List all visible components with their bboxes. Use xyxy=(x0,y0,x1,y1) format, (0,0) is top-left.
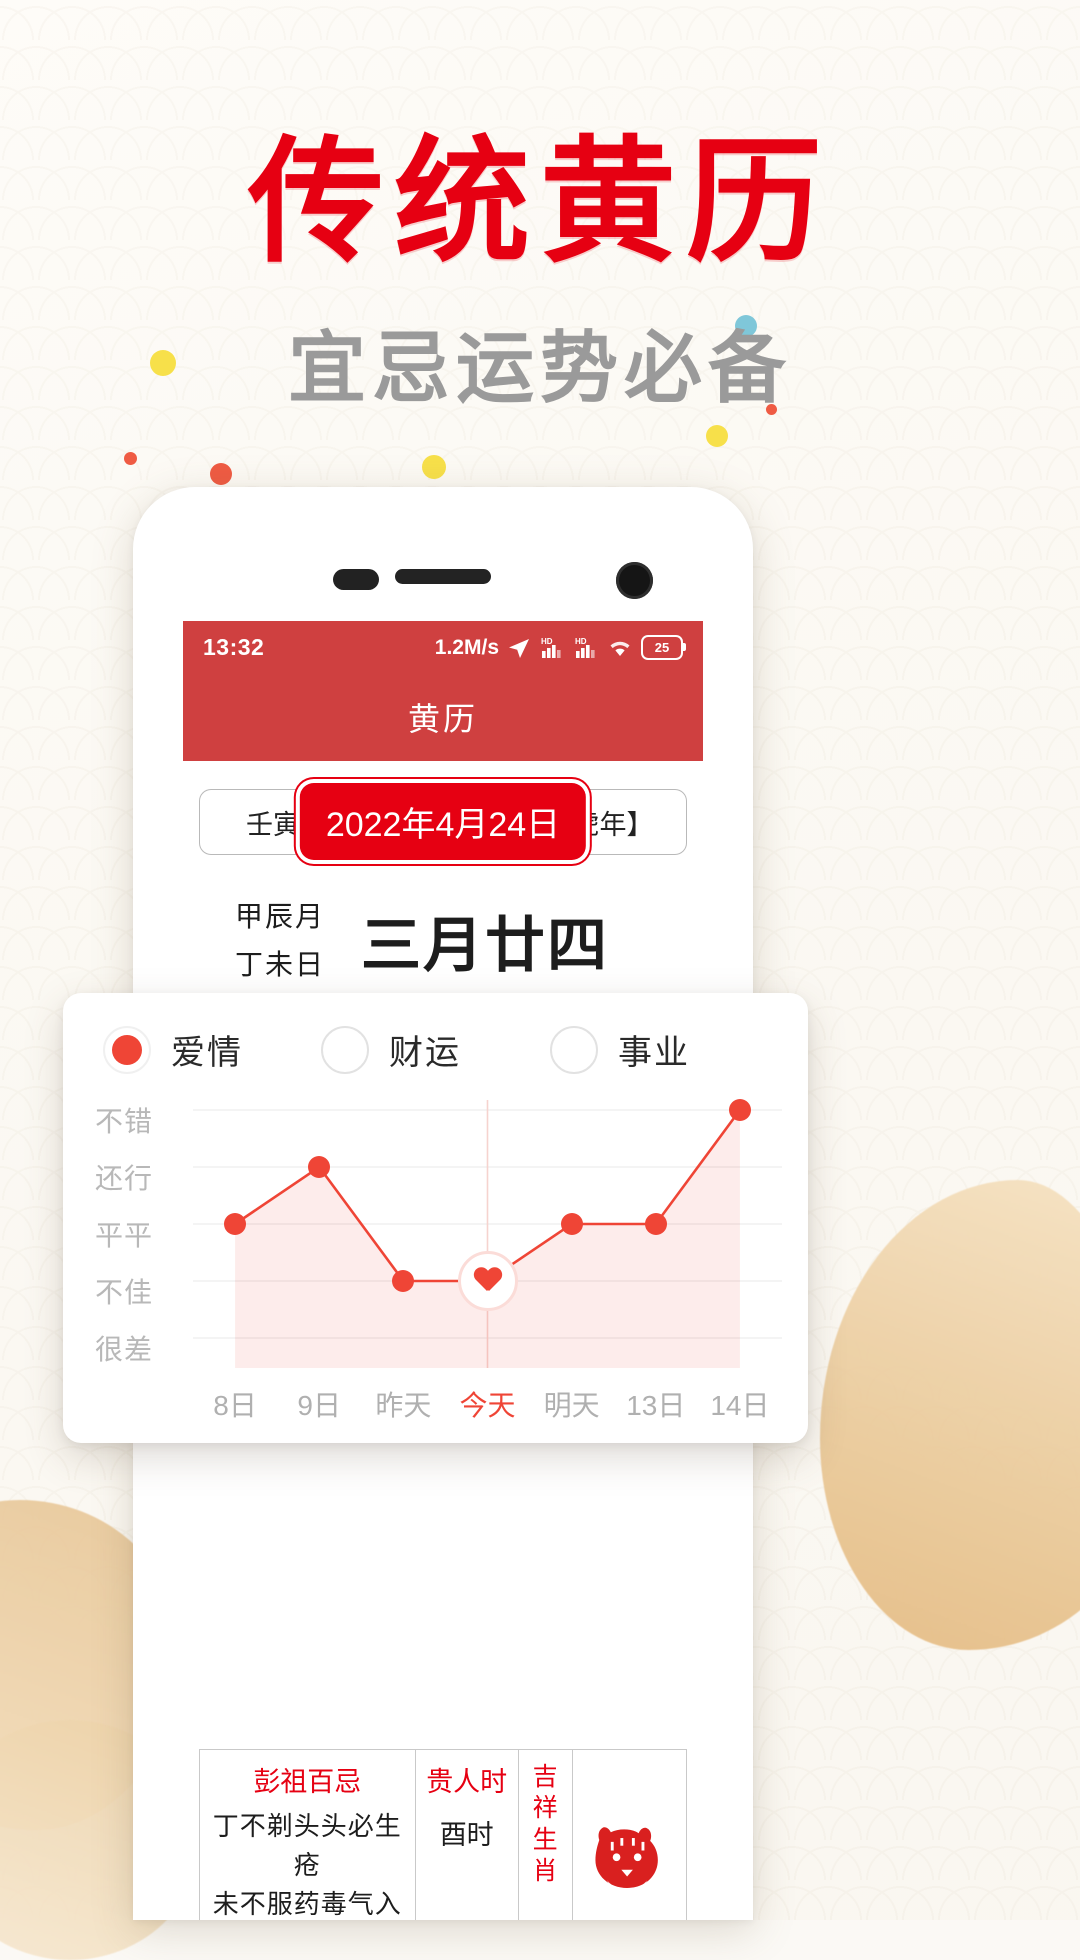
noble-hour-title: 贵人时 xyxy=(426,1767,508,1797)
fortune-option-love-label: 爱情 xyxy=(171,1034,243,1072)
radio-unselected-icon[interactable] xyxy=(321,1025,370,1074)
fortune-option-career-label: 事业 xyxy=(617,1034,690,1072)
chart-y-label-4: 很差 xyxy=(95,1334,154,1365)
confetti-dot xyxy=(422,455,446,479)
current-date-button[interactable]: 2022年4月24日 xyxy=(299,783,587,860)
chart-x-label-1[interactable]: 9日 xyxy=(277,1384,361,1424)
confetti-dot xyxy=(124,452,137,465)
ganzhi-column: 甲辰月 丁未日 xyxy=(235,893,325,988)
chart-y-label-1: 还行 xyxy=(95,1163,154,1194)
fortune-line-chart: 不错还行平平不佳很差 8日 9日 昨天 今天 明天 13日 14日 xyxy=(63,1092,808,1432)
radio-selected-icon[interactable] xyxy=(103,1025,151,1074)
fortune-option-wealth[interactable]: 财运 xyxy=(321,1025,550,1074)
chart-x-label-3[interactable]: 今天 xyxy=(445,1384,529,1424)
chart-data-point-0[interactable] xyxy=(224,1213,247,1235)
heart-icon xyxy=(474,1268,502,1294)
svg-text:HD: HD xyxy=(541,637,553,646)
chart-data-point-1[interactable] xyxy=(308,1156,331,1178)
ganzhi-day: 丁未日 xyxy=(235,948,326,980)
app-bar: 黄历 xyxy=(183,673,703,761)
chart-x-label-4[interactable]: 明天 xyxy=(530,1384,614,1424)
status-clock: 13:32 xyxy=(203,633,265,660)
phone-earpiece xyxy=(395,569,491,584)
chart-y-label-3: 不佳 xyxy=(95,1277,154,1308)
date-selector-row: 壬寅年 【虎年】 2022年4月24日 xyxy=(199,783,687,860)
chart-data-point-2[interactable] xyxy=(392,1270,415,1292)
pengzu-title: 彭祖百忌 xyxy=(253,1767,362,1797)
app-bar-title: 黄历 xyxy=(407,701,478,737)
chart-today-heart-marker[interactable] xyxy=(457,1251,518,1311)
chart-svg xyxy=(193,1092,782,1368)
lunar-date-block: 甲辰月 丁未日 三月廿四 xyxy=(183,893,703,988)
page-subtitle: 宜忌运势必备 xyxy=(287,324,792,414)
confetti-dot xyxy=(706,425,728,447)
chart-data-point-4[interactable] xyxy=(560,1213,583,1235)
chart-x-axis-labels: 8日 9日 昨天 今天 明天 13日 14日 xyxy=(193,1384,782,1424)
hd-signal-icon: HD xyxy=(541,637,561,658)
chart-x-label-2[interactable]: 昨天 xyxy=(361,1384,445,1424)
fortune-option-wealth-label: 财运 xyxy=(389,1034,462,1072)
chart-y-label-2: 平平 xyxy=(95,1220,154,1251)
pengzu-line-1: 丁不剃头头必生疮 xyxy=(212,1811,402,1880)
noble-hour-cell: 贵人时 酉时 xyxy=(416,1750,519,1920)
phone-front-camera xyxy=(616,562,653,599)
tiger-icon xyxy=(573,1750,686,1920)
chart-y-axis-labels: 不错还行平平不佳很差 xyxy=(95,1100,185,1368)
wifi-icon xyxy=(610,641,630,656)
chart-y-label-0: 不错 xyxy=(95,1106,154,1137)
ganzhi-month: 甲辰月 xyxy=(235,901,326,932)
fortune-trend-card: 爱情 财运 事业 不错还行平平不佳很差 8日 9日 昨天 今天 明天 13日 14日 xyxy=(63,993,808,1443)
confetti-dot xyxy=(210,463,232,485)
chart-data-point-6[interactable] xyxy=(728,1099,751,1121)
chart-plot-area xyxy=(193,1092,782,1368)
chart-x-label-5[interactable]: 13日 xyxy=(614,1384,698,1424)
pengzu-cell: 彭祖百忌 丁不剃头头必生疮 未不服药毒气入肠 xyxy=(200,1750,416,1920)
noble-hour-value: 酉时 xyxy=(439,1820,494,1850)
page-title: 传统黄历 xyxy=(248,124,832,282)
location-icon xyxy=(509,638,529,658)
chart-data-point-5[interactable] xyxy=(644,1213,667,1235)
radio-unselected-icon[interactable] xyxy=(549,1025,598,1074)
fortune-option-career[interactable]: 事业 xyxy=(549,1025,768,1074)
fortune-type-radio-group: 爱情 财运 事业 xyxy=(63,993,808,1074)
status-icons: 1.2M/s HD HD 25 xyxy=(434,634,686,660)
chart-x-label-6[interactable]: 14日 xyxy=(698,1384,782,1424)
status-bar: 13:32 1.2M/s HD HD 25 xyxy=(183,621,703,673)
battery-icon: 25 xyxy=(641,634,686,660)
chart-x-label-0[interactable]: 8日 xyxy=(193,1384,277,1424)
hd-signal-icon: HD xyxy=(575,637,595,658)
network-speed-label: 1.2M/s xyxy=(434,635,499,659)
svg-text:HD: HD xyxy=(575,637,587,646)
fortune-option-love[interactable]: 爱情 xyxy=(103,1025,321,1074)
phone-sensor xyxy=(333,569,379,590)
lucky-zodiac-label: 吉祥生肖 xyxy=(519,1750,574,1920)
almanac-bottom-table: 彭祖百忌 丁不剃头头必生疮 未不服药毒气入肠 贵人时 酉时 吉祥生肖 xyxy=(199,1749,687,1920)
lunar-date-large: 三月廿四 xyxy=(361,911,610,982)
pengzu-line-2: 未不服药毒气入肠 xyxy=(212,1889,402,1919)
